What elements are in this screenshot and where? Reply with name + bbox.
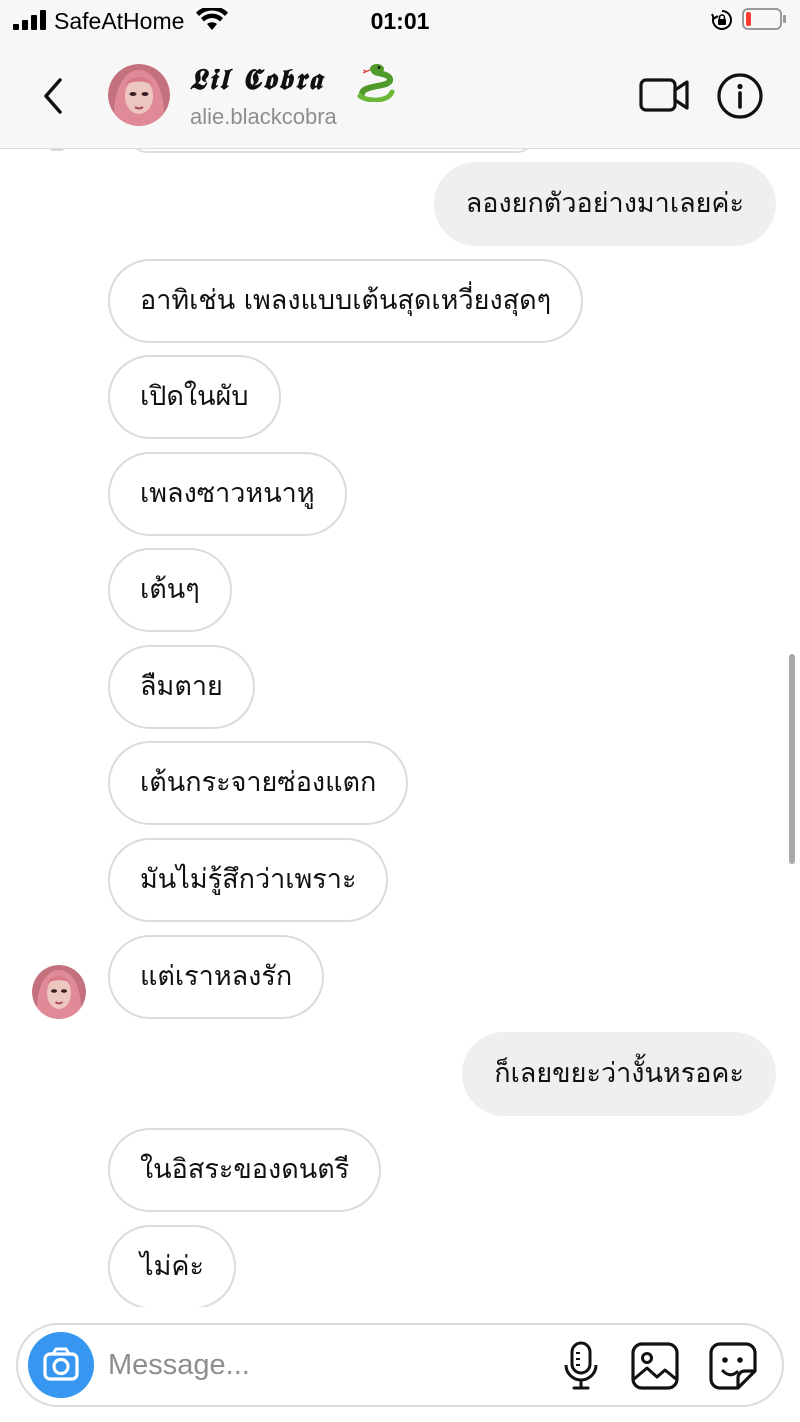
conversation-header: 𝕷𝖎𝖑 𝕮𝖔𝖇𝖗𝖆 alie.blackcobra <box>0 40 800 149</box>
message-bubble-incoming[interactable]: เปิดในผับ <box>108 355 281 439</box>
video-call-button[interactable] <box>638 74 690 116</box>
message-bubble-outgoing[interactable]: ลองยกตัวอย่างมาเลยค่ะ <box>433 162 776 246</box>
thread-scrollbar[interactable] <box>789 654 795 864</box>
info-button[interactable] <box>716 72 764 120</box>
camera-button[interactable] <box>28 1332 94 1398</box>
orientation-lock-icon <box>711 10 732 30</box>
message-bubble-incoming[interactable]: เพลงซาวหนาหู <box>108 452 347 536</box>
message-bubble-incoming[interactable]: ลืมตาย <box>108 645 255 729</box>
message-bubble-incoming[interactable]: ในอิสระของดนตรี <box>108 1128 382 1212</box>
status-bar: SafeAtHome 01:01 <box>0 0 800 40</box>
message-bubble-incoming[interactable]: มันไม่รู้สึกว่าเพราะ <box>108 838 389 922</box>
message-thread[interactable]: ลองยกตัวอย่างมาเลยค่ะ อาทิเช่น เพลงแบบเต… <box>0 149 800 1307</box>
battery-icon <box>742 8 786 30</box>
status-time: 01:01 <box>370 8 430 34</box>
gallery-button[interactable] <box>630 1341 680 1391</box>
back-button[interactable] <box>34 74 74 118</box>
previous-avatar-edge <box>50 149 64 151</box>
sticker-button[interactable] <box>708 1341 758 1391</box>
dm-screen: SafeAtHome 01:01 𝕷𝖎𝖑 𝕮𝖔𝖇𝖗𝖆 alie.blackcob… <box>0 0 800 1422</box>
message-bubble-outgoing[interactable]: ก็เลยขยะว่างั้นหรอคะ <box>462 1032 776 1116</box>
message-bubble-incoming[interactable]: ไม่ค่ะ <box>108 1225 236 1307</box>
previous-message-bubble <box>130 149 534 153</box>
message-bubble-incoming[interactable]: เต้นๆ <box>108 548 232 632</box>
message-bubble-incoming[interactable]: เต้นกระจายซ่องแตก <box>108 741 409 825</box>
message-input[interactable] <box>108 1341 538 1389</box>
contact-display-name[interactable]: 𝕷𝖎𝖑 𝕮𝖔𝖇𝖗𝖆 <box>190 62 324 97</box>
snake-emoji-icon <box>357 64 395 102</box>
message-bubble-incoming[interactable]: อาทิเช่น เพลงแบบเต้นสุดเหวี่ยงสุดๆ <box>108 259 584 343</box>
contact-username: alie.blackcobra <box>190 104 337 129</box>
sender-avatar[interactable] <box>32 965 86 1019</box>
message-composer <box>16 1323 784 1407</box>
message-bubble-incoming[interactable]: แต่เราหลงรัก <box>108 935 325 1019</box>
microphone-button[interactable] <box>562 1341 600 1391</box>
contact-avatar[interactable] <box>108 64 170 126</box>
